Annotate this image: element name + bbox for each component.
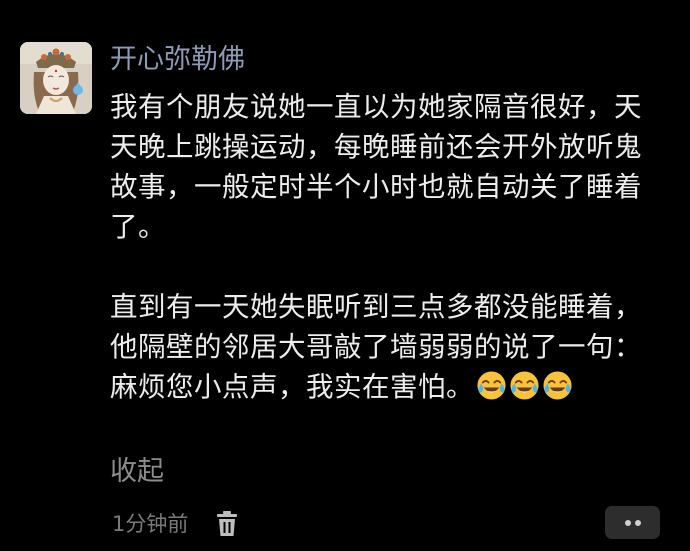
more-dots-icon xyxy=(625,520,631,526)
comment-paragraph-text: 我有个朋友说她一直以为她家隔音很好，天天晚上跳操运动，每晚睡前还会开外放听鬼故事… xyxy=(110,91,642,243)
trash-icon xyxy=(217,511,237,536)
comment-paragraph: 直到有一天她失眠听到三点多都没能睡着，他隔壁的邻居大哥敲了墙弱弱的说了一句：麻烦… xyxy=(110,287,655,407)
more-options-button[interactable] xyxy=(605,506,660,539)
avatar-image xyxy=(20,42,92,114)
comment-timestamp: 1分钟前 xyxy=(112,512,189,536)
comment-paragraph: 我有个朋友说她一直以为她家隔音很好，天天晚上跳操运动，每晚睡前还会开外放听鬼故事… xyxy=(110,87,655,247)
comment-item: 开心弥勒佛 我有个朋友说她一直以为她家隔音很好，天天晚上跳操运动，每晚睡前还会开… xyxy=(0,0,690,551)
comment-body: 我有个朋友说她一直以为她家隔音很好，天天晚上跳操运动，每晚睡前还会开外放听鬼故事… xyxy=(110,87,655,407)
delete-button[interactable] xyxy=(214,510,240,538)
laugh-cry-emoji-icon xyxy=(542,370,573,401)
collapse-button[interactable]: 收起 xyxy=(110,454,164,490)
laugh-cry-emoji-icon xyxy=(476,370,507,401)
laugh-cry-emoji-icon xyxy=(509,370,540,401)
avatar[interactable] xyxy=(20,42,92,114)
more-dots-icon xyxy=(635,520,641,526)
comment-author-name[interactable]: 开心弥勒佛 xyxy=(110,42,245,78)
